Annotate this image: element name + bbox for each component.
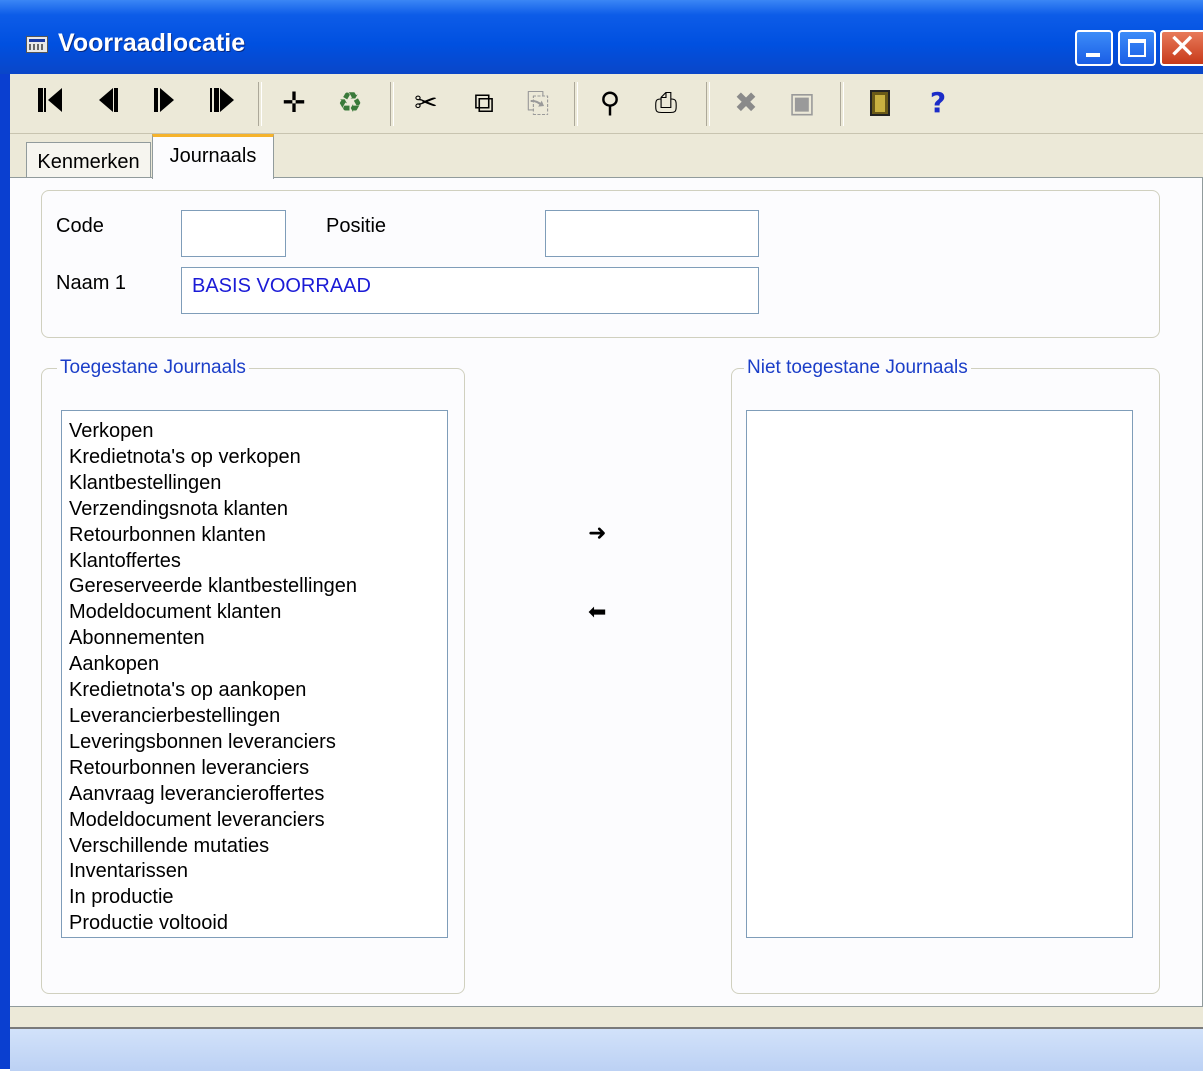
save-icon: ▣ xyxy=(788,86,816,119)
tab-label: Journaals xyxy=(169,145,257,167)
status-bar xyxy=(10,1007,1203,1071)
list-item[interactable]: Kredietnota's op aankopen xyxy=(69,678,447,704)
window-title: Voorraadlocatie xyxy=(58,29,246,57)
list-item[interactable]: Klantoffertes xyxy=(69,549,447,575)
code-label: Code xyxy=(56,215,104,237)
form-icon xyxy=(26,36,48,53)
client-area: ✛ ♻ ✂ ⧉ ⎘ ⚲ ⎙ ✖ ▣ ? Kenmerken Journaals xyxy=(10,74,1203,1071)
cut-button[interactable]: ✂ xyxy=(408,85,444,121)
title-bar[interactable]: Voorraadlocatie ✕ xyxy=(0,0,1203,74)
next-record-icon xyxy=(150,74,186,130)
delete-button[interactable]: ✖ xyxy=(726,85,766,121)
help-button[interactable]: ? xyxy=(920,85,956,121)
first-record-button[interactable] xyxy=(32,74,68,130)
not-allowed-journals-title: Niet toegestane Journaals xyxy=(744,357,971,379)
application-window: Voorraadlocatie ✕ ✛ ♻ ✂ ⧉ ⎘ ⚲ ⎙ ✖ ▣ ? Ke… xyxy=(0,0,1203,1071)
exit-button[interactable] xyxy=(862,85,898,121)
add-button[interactable]: ✛ xyxy=(276,85,312,121)
copy-icon: ⧉ xyxy=(474,86,494,119)
list-item[interactable]: Verkopen xyxy=(69,419,447,445)
move-left-arrow-icon[interactable]: ⬅ xyxy=(588,602,608,624)
help-icon: ? xyxy=(929,86,947,119)
recycle-icon: ♻ xyxy=(337,86,363,119)
last-record-icon xyxy=(206,74,242,130)
add-icon: ✛ xyxy=(282,86,306,119)
minimize-icon xyxy=(1086,53,1100,57)
toolbar-separator xyxy=(390,82,394,126)
positie-label: Positie xyxy=(326,215,387,237)
naam1-label: Naam 1 xyxy=(56,272,127,294)
maximize-icon xyxy=(1128,39,1146,57)
search-button[interactable]: ⚲ xyxy=(592,85,628,121)
allowed-journals-title: Toegestane Journaals xyxy=(57,357,249,379)
maximize-button[interactable] xyxy=(1118,30,1156,66)
tab-panel-journaals: Code Positie Naam 1 BASIS VOORRAAD Toege… xyxy=(10,177,1203,1007)
tab-kenmerken[interactable]: Kenmerken xyxy=(26,142,151,178)
close-button[interactable]: ✕ xyxy=(1160,30,1203,66)
move-right-arrow-icon[interactable]: ➜ xyxy=(588,523,608,545)
list-item[interactable]: Kredietnota's op verkopen xyxy=(69,445,447,471)
paste-icon: ⎘ xyxy=(526,86,550,119)
last-record-button[interactable] xyxy=(206,74,242,130)
list-item[interactable]: Productie voltooid xyxy=(69,911,447,937)
list-item[interactable]: Aankopen xyxy=(69,652,447,678)
exit-door-icon xyxy=(870,90,890,116)
list-item[interactable]: Retourbonnen klanten xyxy=(69,523,447,549)
list-item[interactable]: Inventarissen xyxy=(69,859,447,885)
next-record-button[interactable] xyxy=(150,74,186,130)
allowed-journals-list[interactable]: Verkopen Kredietnota's op verkopen Klant… xyxy=(61,410,448,938)
list-item[interactable]: In productie xyxy=(69,885,447,911)
not-allowed-journals-list[interactable] xyxy=(746,410,1133,938)
save-button[interactable]: ▣ xyxy=(784,85,820,121)
tab-label: Kenmerken xyxy=(37,151,140,173)
list-item[interactable]: Verzendingsnota klanten xyxy=(69,497,447,523)
list-item[interactable]: Leveringsbonnen leveranciers xyxy=(69,730,447,756)
list-item[interactable]: Aanvraag leverancieroffertes xyxy=(69,782,447,808)
print-button[interactable]: ⎙ xyxy=(648,85,684,121)
first-record-icon xyxy=(32,74,68,130)
recycle-button[interactable]: ♻ xyxy=(332,85,368,121)
list-item[interactable]: Klantbestellingen xyxy=(69,471,447,497)
list-item[interactable]: Retourbonnen leveranciers xyxy=(69,756,447,782)
cut-icon: ✂ xyxy=(414,86,438,119)
previous-record-icon xyxy=(94,74,130,130)
print-icon: ⎙ xyxy=(654,86,678,119)
list-item[interactable]: Modeldocument leveranciers xyxy=(69,808,447,834)
list-item[interactable]: Verschillende mutaties xyxy=(69,834,447,860)
list-item[interactable]: Leverancierbestellingen xyxy=(69,704,447,730)
toolbar-separator xyxy=(258,82,262,126)
minimize-button[interactable] xyxy=(1075,30,1113,66)
status-area xyxy=(10,1027,1203,1071)
previous-record-button[interactable] xyxy=(94,74,130,130)
list-item[interactable]: Modeldocument klanten xyxy=(69,600,447,626)
paste-button[interactable]: ⎘ xyxy=(520,85,556,121)
naam1-field[interactable]: BASIS VOORRAAD xyxy=(181,267,759,314)
close-icon: ✕ xyxy=(1168,27,1197,67)
toolbar-separator xyxy=(840,82,844,126)
search-icon: ⚲ xyxy=(599,86,621,119)
positie-field[interactable] xyxy=(545,210,759,257)
toolbar-separator xyxy=(706,82,710,126)
code-field[interactable] xyxy=(181,210,286,257)
delete-icon: ✖ xyxy=(734,86,758,119)
list-item[interactable]: Gereserveerde klantbestellingen xyxy=(69,574,447,600)
copy-button[interactable]: ⧉ xyxy=(466,85,502,121)
toolbar: ✛ ♻ ✂ ⧉ ⎘ ⚲ ⎙ ✖ ▣ ? xyxy=(10,74,1203,134)
list-item[interactable]: Abonnementen xyxy=(69,626,447,652)
tab-journaals[interactable]: Journaals xyxy=(152,134,274,179)
toolbar-separator xyxy=(574,82,578,126)
